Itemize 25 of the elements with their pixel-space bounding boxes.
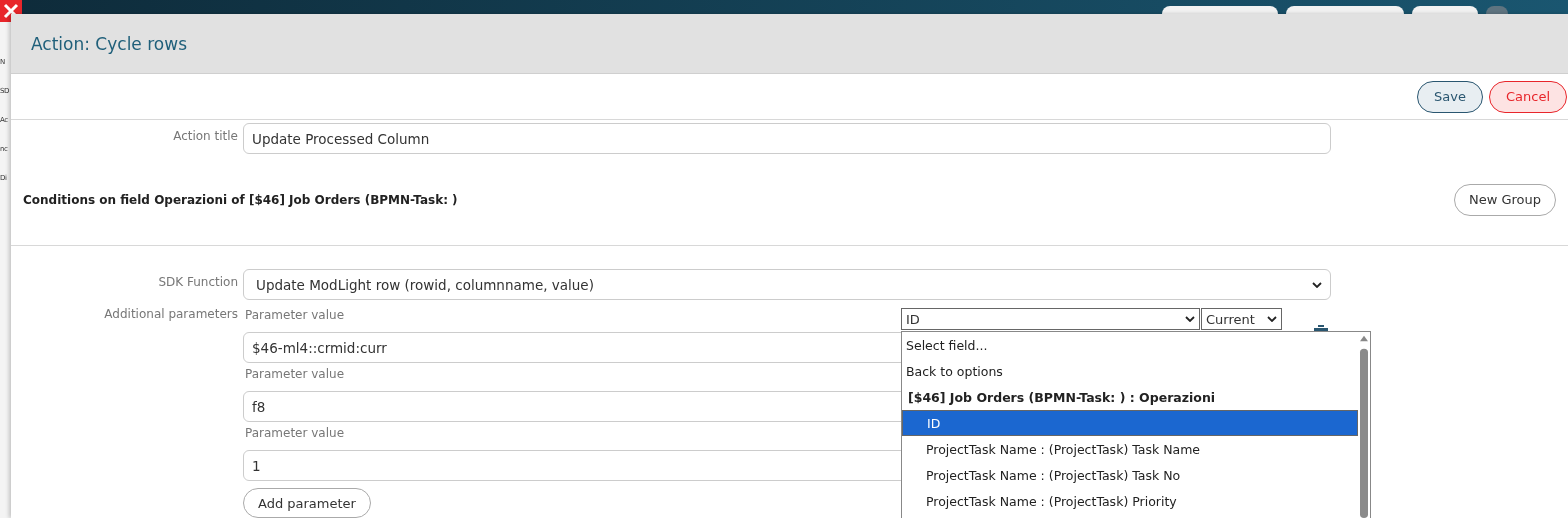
scope-select[interactable]: Current <box>1201 308 1282 330</box>
header-button[interactable] <box>1286 6 1404 14</box>
header-button[interactable] <box>1412 6 1478 14</box>
field-label: SDK Function <box>157 274 239 289</box>
parameter-caption: Parameter value <box>245 367 345 382</box>
dropdown-option[interactable]: ID <box>902 410 1358 436</box>
action-button[interactable]: Save <box>1417 80 1483 113</box>
function-select[interactable]: Update ModLight row (rowid, columnname, value) <box>243 269 1331 300</box>
field-label: Action title <box>172 128 239 143</box>
action-button[interactable]: Cancel <box>1489 80 1567 113</box>
chevron-down-icon <box>1185 316 1195 322</box>
add-parameter-button[interactable]: Add parameter <box>243 488 371 518</box>
new-group-button[interactable]: New Group <box>1453 183 1556 216</box>
chevron-down-icon <box>1312 281 1322 288</box>
parameter-caption: Parameter value <box>245 308 345 323</box>
section-heading: Conditions on field Operazioni of [$46] Job Orders (BPMN-Task: ) <box>23 192 458 207</box>
field-label: Additional parameters <box>103 306 239 321</box>
chevron-down-icon <box>1267 316 1277 322</box>
header-button[interactable] <box>1162 6 1278 14</box>
parameter-caption: Parameter value <box>245 426 345 441</box>
field-select[interactable]: ID <box>901 308 1200 330</box>
dialog-title: Action: Cycle rows <box>31 33 187 54</box>
trash-icon[interactable] <box>1313 325 1329 331</box>
input-field[interactable]: Update Processed Column <box>243 123 1331 154</box>
dropdown-option[interactable]: ProjectTask Name : (ProjectTask) Priority <box>902 488 1358 514</box>
